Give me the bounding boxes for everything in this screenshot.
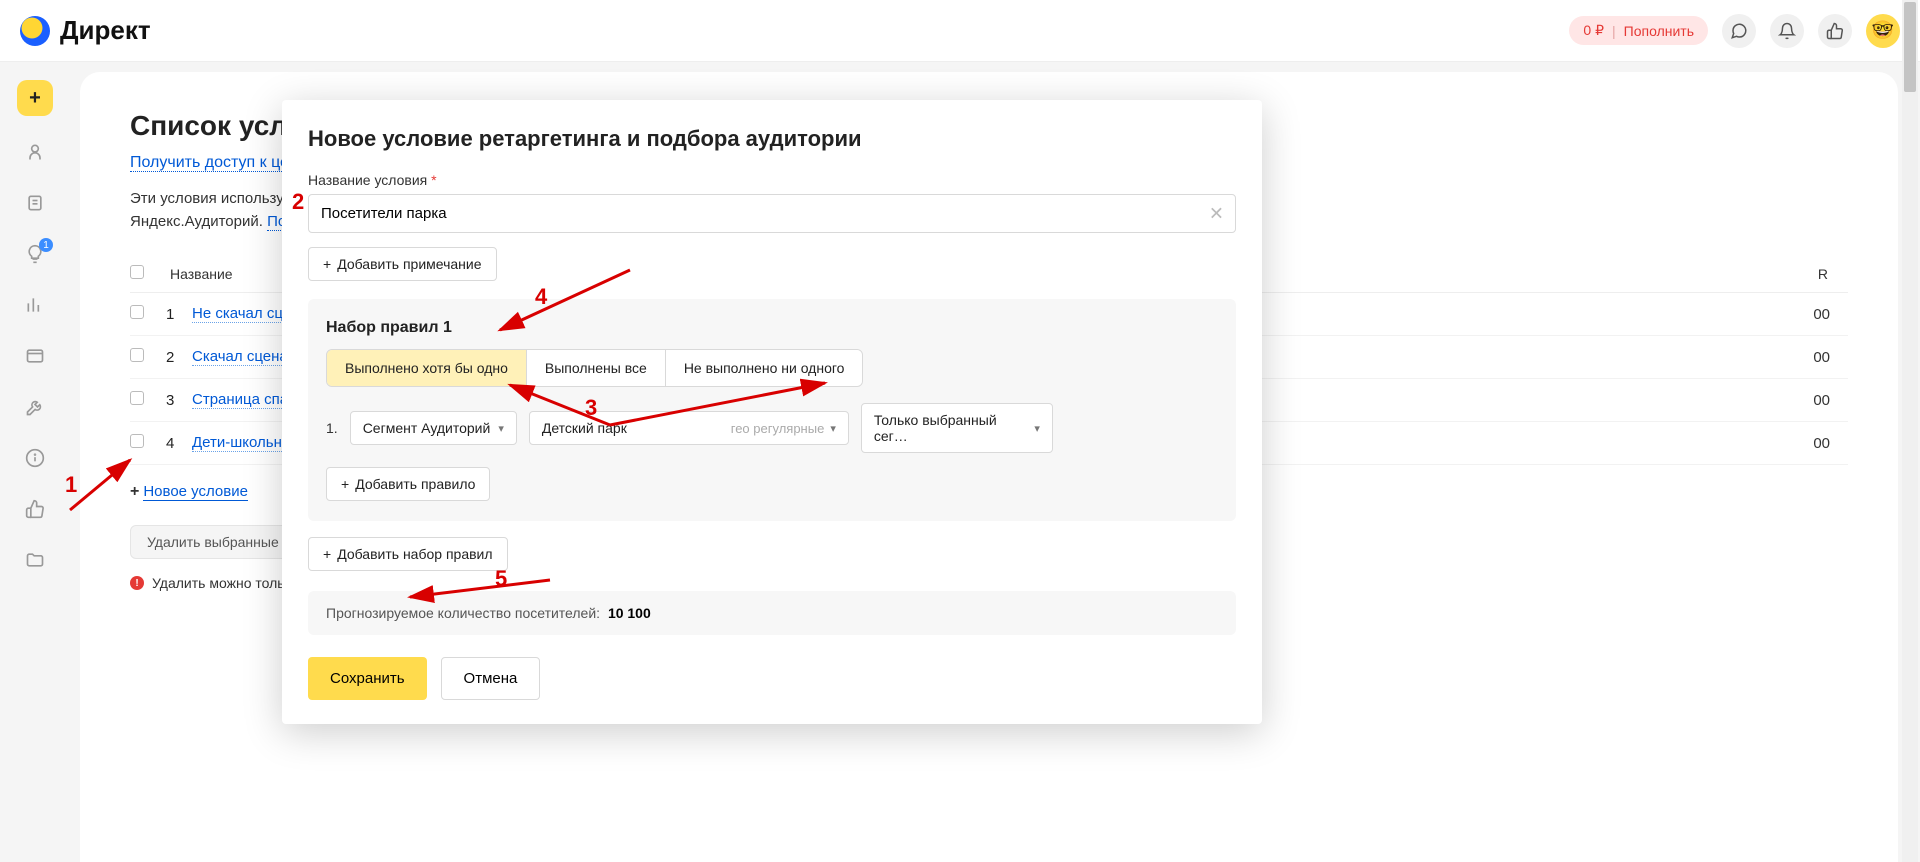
- scope-dropdown[interactable]: Только выбранный сег… ▾: [861, 403, 1053, 453]
- chat-icon[interactable]: [1722, 14, 1756, 48]
- logo[interactable]: Директ: [20, 15, 151, 46]
- match-all-tab[interactable]: Выполнены все: [527, 350, 666, 386]
- condition-name-input[interactable]: [308, 194, 1236, 233]
- retargeting-modal: Новое условие ретаргетинга и подбора ауд…: [282, 100, 1262, 724]
- balance-pill[interactable]: 0 ₽ | Пополнить: [1569, 16, 1708, 45]
- add-button[interactable]: +: [17, 80, 53, 116]
- delete-selected-button[interactable]: Удалить выбранные: [130, 525, 296, 559]
- browser-icon[interactable]: [25, 346, 45, 371]
- plus-icon: +: [323, 256, 331, 272]
- match-none-tab[interactable]: Не выполнено ни одного: [666, 350, 863, 386]
- rule-row: 1. Сегмент Аудиторий ▾ Детский парк гео …: [326, 403, 1218, 453]
- row-checkbox[interactable]: [130, 391, 144, 405]
- col-ctr: R: [1818, 266, 1848, 282]
- row-checkbox[interactable]: [130, 348, 144, 362]
- info-icon[interactable]: [25, 448, 45, 473]
- source-dropdown[interactable]: Сегмент Аудиторий ▾: [350, 411, 517, 445]
- name-label: Название условия *: [308, 172, 1236, 188]
- vertical-scrollbar[interactable]: [1902, 0, 1918, 862]
- product-name: Директ: [60, 15, 151, 46]
- access-link[interactable]: Получить доступ к целя: [130, 154, 306, 172]
- condition-link[interactable]: Дети-школьни: [192, 434, 290, 452]
- notification-badge: 1: [39, 238, 53, 252]
- like-icon[interactable]: [25, 499, 45, 524]
- modal-title: Новое условие ретаргетинга и подбора ауд…: [308, 126, 1236, 152]
- clear-icon[interactable]: ✕: [1209, 203, 1224, 224]
- row-checkbox[interactable]: [130, 305, 144, 319]
- add-note-button[interactable]: + Добавить примечание: [308, 247, 497, 281]
- condition-link[interactable]: Скачал сценар: [192, 348, 296, 366]
- error-icon: !: [130, 576, 144, 590]
- plus-icon: +: [130, 483, 139, 501]
- chevron-down-icon: ▾: [1034, 422, 1040, 435]
- save-button[interactable]: Сохранить: [308, 657, 427, 700]
- logo-icon: [20, 16, 50, 46]
- ruleset-title: Набор правил 1: [326, 319, 1218, 337]
- avatar[interactable]: 🤓: [1866, 14, 1900, 48]
- forecast-value: 10 100: [608, 605, 651, 621]
- topup-link[interactable]: Пополнить: [1624, 23, 1694, 39]
- forecast-bar: Прогнозируемое количество посетителей: 1…: [308, 591, 1236, 635]
- plus-icon: +: [341, 476, 349, 492]
- left-rail: + 1: [0, 62, 70, 862]
- segment-dropdown[interactable]: Детский парк гео регулярные ▾: [529, 411, 849, 445]
- plus-icon: +: [323, 546, 331, 562]
- balance-amount: 0 ₽: [1583, 22, 1604, 39]
- thumbs-up-icon[interactable]: [1818, 14, 1852, 48]
- bell-icon[interactable]: [1770, 14, 1804, 48]
- match-any-tab[interactable]: Выполнено хотя бы одно: [327, 350, 527, 386]
- condition-link[interactable]: Страница спас: [192, 391, 296, 409]
- app-header: Директ 0 ₽ | Пополнить 🤓: [0, 0, 1920, 62]
- col-name: Название: [170, 266, 233, 282]
- chevron-down-icon: ▾: [830, 422, 836, 435]
- ruleset-block: Набор правил 1 Выполнено хотя бы одно Вы…: [308, 299, 1236, 521]
- row-checkbox[interactable]: [130, 434, 144, 448]
- match-mode-group: Выполнено хотя бы одно Выполнены все Не …: [326, 349, 863, 387]
- scrollbar-thumb[interactable]: [1904, 2, 1916, 92]
- cancel-button[interactable]: Отмена: [441, 657, 541, 700]
- rule-number: 1.: [326, 420, 338, 436]
- select-all-checkbox[interactable]: [130, 265, 144, 279]
- folder-icon[interactable]: [25, 550, 45, 575]
- document-icon[interactable]: [25, 193, 45, 218]
- lightbulb-icon[interactable]: 1: [25, 244, 45, 269]
- tools-icon[interactable]: [25, 397, 45, 422]
- user-icon[interactable]: [25, 142, 45, 167]
- add-rule-button[interactable]: + Добавить правило: [326, 467, 490, 501]
- separator: |: [1612, 23, 1616, 39]
- add-ruleset-button[interactable]: + Добавить набор правил: [308, 537, 508, 571]
- chevron-down-icon: ▾: [498, 422, 504, 435]
- chart-icon[interactable]: [25, 295, 45, 320]
